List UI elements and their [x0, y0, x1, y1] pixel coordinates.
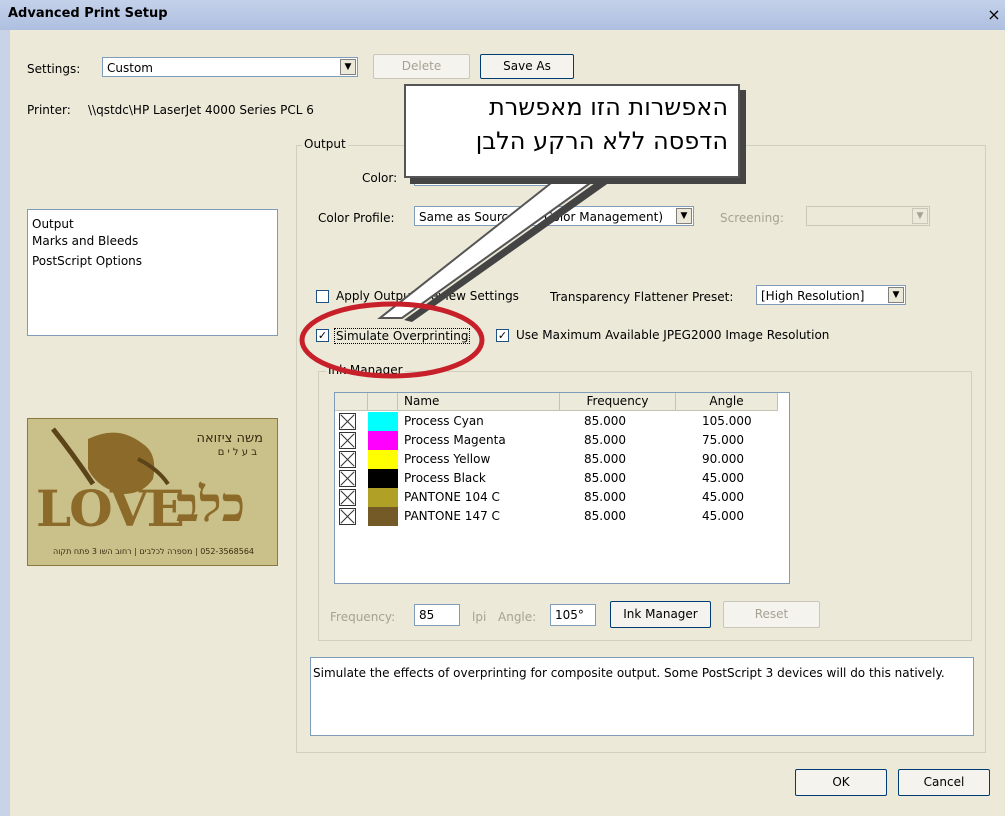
red-circle-highlight	[299, 301, 485, 379]
highlight-ellipse	[299, 301, 485, 379]
